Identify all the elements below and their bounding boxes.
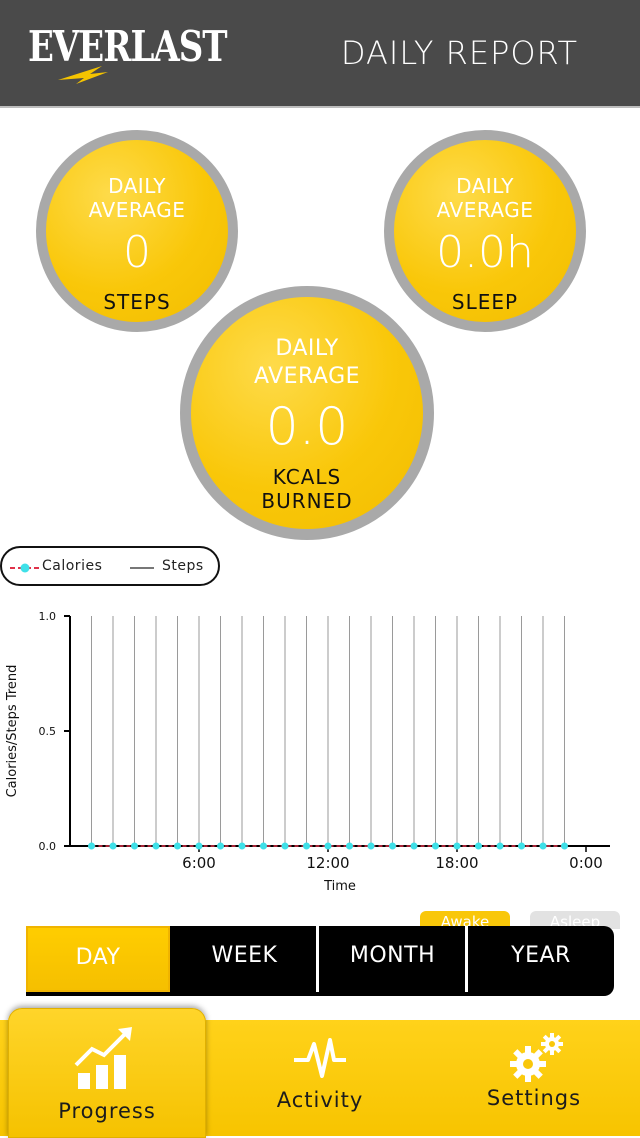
app-header: EVERLAST DAILY REPORT [0, 0, 640, 108]
calories-point [217, 842, 224, 850]
calories-legend-icon [10, 563, 40, 573]
tab-activity[interactable]: Activity [222, 1020, 418, 1136]
tab-activity-label: Activity [276, 1088, 364, 1112]
calories-point [475, 842, 482, 850]
calories-point [453, 842, 461, 850]
period-day-button[interactable]: DAY [26, 926, 170, 992]
steps-average-circle: DAILY AVERAGE 0 STEPS [36, 130, 238, 332]
steps-label-average: AVERAGE [88, 198, 186, 222]
x-tick-label: 0:00 [569, 854, 603, 872]
calories-point [303, 842, 310, 850]
everlast-logo: EVERLAST [28, 22, 228, 88]
trend-chart: 0.0 0.5 1.0 6:00 12:00 18:00 0:00 Time Calories/… [5, 610, 610, 894]
calories-point [88, 842, 95, 850]
kcals-value: 0.0 [265, 397, 349, 457]
period-month-button[interactable]: MONTH [320, 926, 468, 992]
steps-unit: STEPS [103, 290, 171, 314]
steps-value: 0 [123, 227, 151, 278]
sleep-label-daily: DAILY [456, 174, 514, 198]
calories-point [496, 842, 504, 850]
calories-point [539, 842, 547, 850]
calories-point [152, 842, 160, 850]
kcals-label-daily: DAILY [275, 336, 339, 361]
kcals-label-average: AVERAGE [253, 364, 361, 389]
kcals-unit-line1: KCALS [272, 465, 342, 489]
calories-point [109, 842, 117, 850]
settings-gears-icon [510, 1033, 563, 1082]
sleep-average-circle: DAILY AVERAGE 0.0h SLEEP [384, 130, 586, 332]
y-axis-label: Calories/Steps Trend [5, 665, 20, 798]
sleep-value: 0.0h [436, 227, 534, 278]
sleep-label-average: AVERAGE [436, 198, 534, 222]
y-tick-label: 1.0 [39, 610, 57, 623]
calories-point [561, 842, 568, 850]
calories-point [195, 842, 203, 850]
y-tick-label: 0.5 [39, 725, 57, 738]
calories-point [389, 842, 396, 850]
tab-progress[interactable]: Progress [8, 1008, 206, 1138]
chart-legend: Calories Steps [0, 546, 220, 586]
calories-point [131, 842, 138, 850]
calories-point [346, 842, 353, 850]
kcals-unit-line2: BURNED [261, 489, 353, 513]
page-title: DAILY REPORT [340, 34, 578, 72]
calories-point [238, 842, 246, 850]
legend-calories-label: Calories [42, 558, 103, 574]
calories-point [260, 842, 267, 850]
tab-settings-label: Settings [486, 1086, 582, 1110]
steps-legend-icon [130, 567, 154, 569]
calories-point [410, 842, 418, 850]
bottom-tab-bar: Progress Activity Settings [0, 1008, 640, 1138]
x-tick-label: 6:00 [182, 854, 216, 872]
x-axis-label: Time [323, 879, 356, 894]
calories-point [324, 842, 332, 850]
legend-steps-label: Steps [162, 558, 204, 574]
period-week-button[interactable]: WEEK [173, 926, 319, 992]
steps-label-daily: DAILY [108, 174, 166, 198]
y-tick-label: 0.0 [39, 840, 57, 853]
calories-point [367, 842, 375, 850]
calories-point [432, 842, 439, 850]
x-tick-label: 18:00 [435, 854, 478, 872]
calories-point [281, 842, 289, 850]
sleep-unit: SLEEP [451, 290, 519, 314]
logo-swoosh-icon [58, 66, 108, 84]
activity-pulse-icon [294, 1038, 346, 1078]
period-selector: DAY WEEK MONTH YEAR [26, 926, 614, 996]
period-year-button[interactable]: YEAR [468, 926, 614, 992]
x-tick-label: 12:00 [306, 854, 349, 872]
kcals-average-circle: DAILY AVERAGE 0.0 KCALS BURNED [180, 286, 434, 540]
progress-chart-icon [74, 1027, 132, 1089]
tab-settings[interactable]: Settings [436, 1020, 632, 1136]
calories-point [518, 842, 525, 850]
calories-point [174, 842, 181, 850]
tab-progress-label: Progress [58, 1099, 156, 1123]
